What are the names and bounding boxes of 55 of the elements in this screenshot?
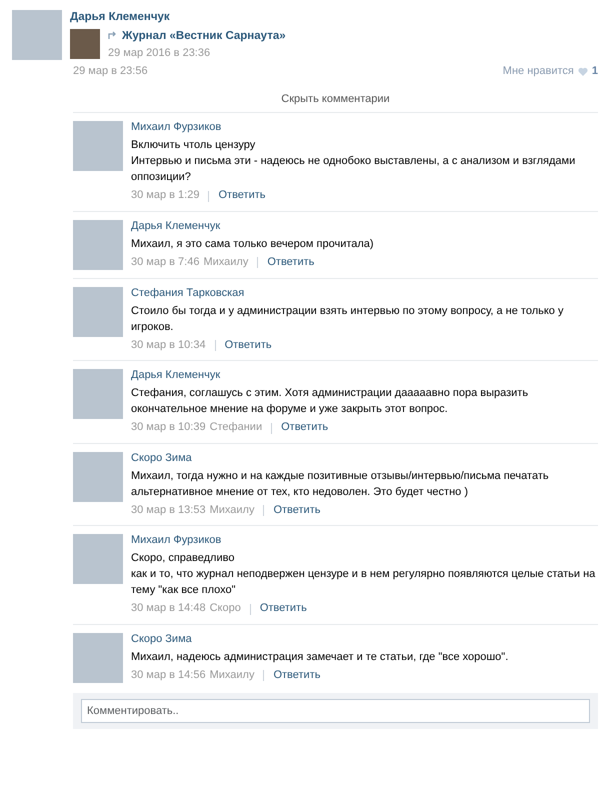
comment-date: 30 мар в 10:34 <box>131 338 206 352</box>
like-button[interactable]: Мне нравится 1 <box>502 64 598 79</box>
comment-text: Скоро, справедливо <box>131 551 236 566</box>
comment-date: 30 мар в 14:48 <box>131 602 206 616</box>
reply-link[interactable]: Ответить <box>267 256 314 270</box>
comment-author-link[interactable]: Дарья Клеменчук <box>131 369 220 384</box>
comment-author-link[interactable]: Стефания Тарковская <box>131 286 244 301</box>
comment-author-link[interactable]: Михаил Фурзиков <box>131 534 222 548</box>
comment-date: 30 мар в 14:56 <box>131 668 206 682</box>
comment-author-link[interactable]: Михаил Фурзиков <box>131 121 222 136</box>
comment-text: Михаил, тогда нужно и на каждые позитивные отзывы/интервью/письма печатать альтернативное мнение от тех, кто недоволен. Это будет честно ) <box>131 468 550 500</box>
comment-text: Михаил, надеюсь администрация замечает и те статьи, где "все хорошо". <box>131 650 510 665</box>
author-link[interactable]: Дарья Клеменчук <box>70 10 170 24</box>
comment-text: как и то, что журнал неподвержен цензуре и в нем регулярно появляются целые статьи на тему "как все плохо" <box>131 567 596 598</box>
like-count: 1 <box>592 64 598 79</box>
repost-date: 29 мар 2016 в 23:36 <box>108 47 212 61</box>
reply-to-name: Михаилу <box>210 504 254 518</box>
comment-input-field[interactable]: Комментировать.. <box>81 698 590 723</box>
hide-comments-link[interactable]: Скрыть комментарии <box>281 92 390 105</box>
reply-link[interactable]: Ответить <box>281 421 328 435</box>
comment-text: Включить чтоль цензуру <box>131 138 256 154</box>
comment-date: 30 мар в 1:29 <box>131 189 200 203</box>
heart-icon <box>578 67 588 76</box>
reply-link[interactable]: Ответить <box>260 602 307 616</box>
avatar-photo-placeholder[interactable] <box>73 369 123 420</box>
avatar-photo-placeholder[interactable] <box>73 534 123 584</box>
like-label: Мне нравится <box>502 64 574 79</box>
reply-link[interactable]: Ответить <box>224 338 272 352</box>
avatar-photo-placeholder[interactable] <box>73 220 123 270</box>
reply-to-name: Стефании <box>210 421 262 435</box>
comment-date: 30 мар в 7:46 <box>131 256 200 270</box>
share-arrow-icon <box>108 31 118 40</box>
comment-text: Стоило бы тогда и у администрации взять интервью по этому вопросу, а не только у игроков. <box>131 304 564 335</box>
comment-author-link[interactable]: Скоро Зима <box>131 452 192 466</box>
reply-link[interactable]: Ответить <box>273 504 320 518</box>
avatar-photo-placeholder[interactable] <box>73 632 123 683</box>
reply-link[interactable]: Ответить <box>218 189 266 203</box>
reply-to-name: Скоро <box>210 602 241 616</box>
post-date: 29 мар в 23:56 <box>73 64 148 79</box>
comment-text: Стефания, соглашусь с этим. Хотя администрации дааааавно пора выразить окончательное мнение на форуме и уже закрыть этот вопрос. <box>131 386 530 418</box>
comment-date: 30 мар в 10:39 <box>131 421 206 435</box>
reply-to-name: Михаилу <box>210 668 254 682</box>
comment-author-link[interactable]: Скоро Зима <box>131 632 192 647</box>
comment-text: Интервью и письма эти - надеюсь не однобоко выставлены, а с анализом и взглядами оппозиции? <box>131 154 576 186</box>
reply-link[interactable]: Ответить <box>273 668 320 682</box>
comment-author-link[interactable]: Дарья Клеменчук <box>131 220 220 234</box>
reply-to-name: Михаилу <box>203 256 248 270</box>
avatar-photo-placeholder[interactable] <box>12 10 62 60</box>
avatar-photo-placeholder[interactable] <box>73 452 123 502</box>
avatar-photo-placeholder[interactable] <box>73 121 123 172</box>
comment-text: Михаил, я это сама только вечером прочитала) <box>131 236 375 252</box>
repost-thumbnail-placeholder[interactable] <box>70 28 100 59</box>
comment-date: 30 мар в 13:53 <box>131 504 206 518</box>
avatar-photo-placeholder[interactable] <box>73 286 123 337</box>
repost-source-link[interactable]: Журнал «Вестник Сарнаута» <box>122 28 286 44</box>
